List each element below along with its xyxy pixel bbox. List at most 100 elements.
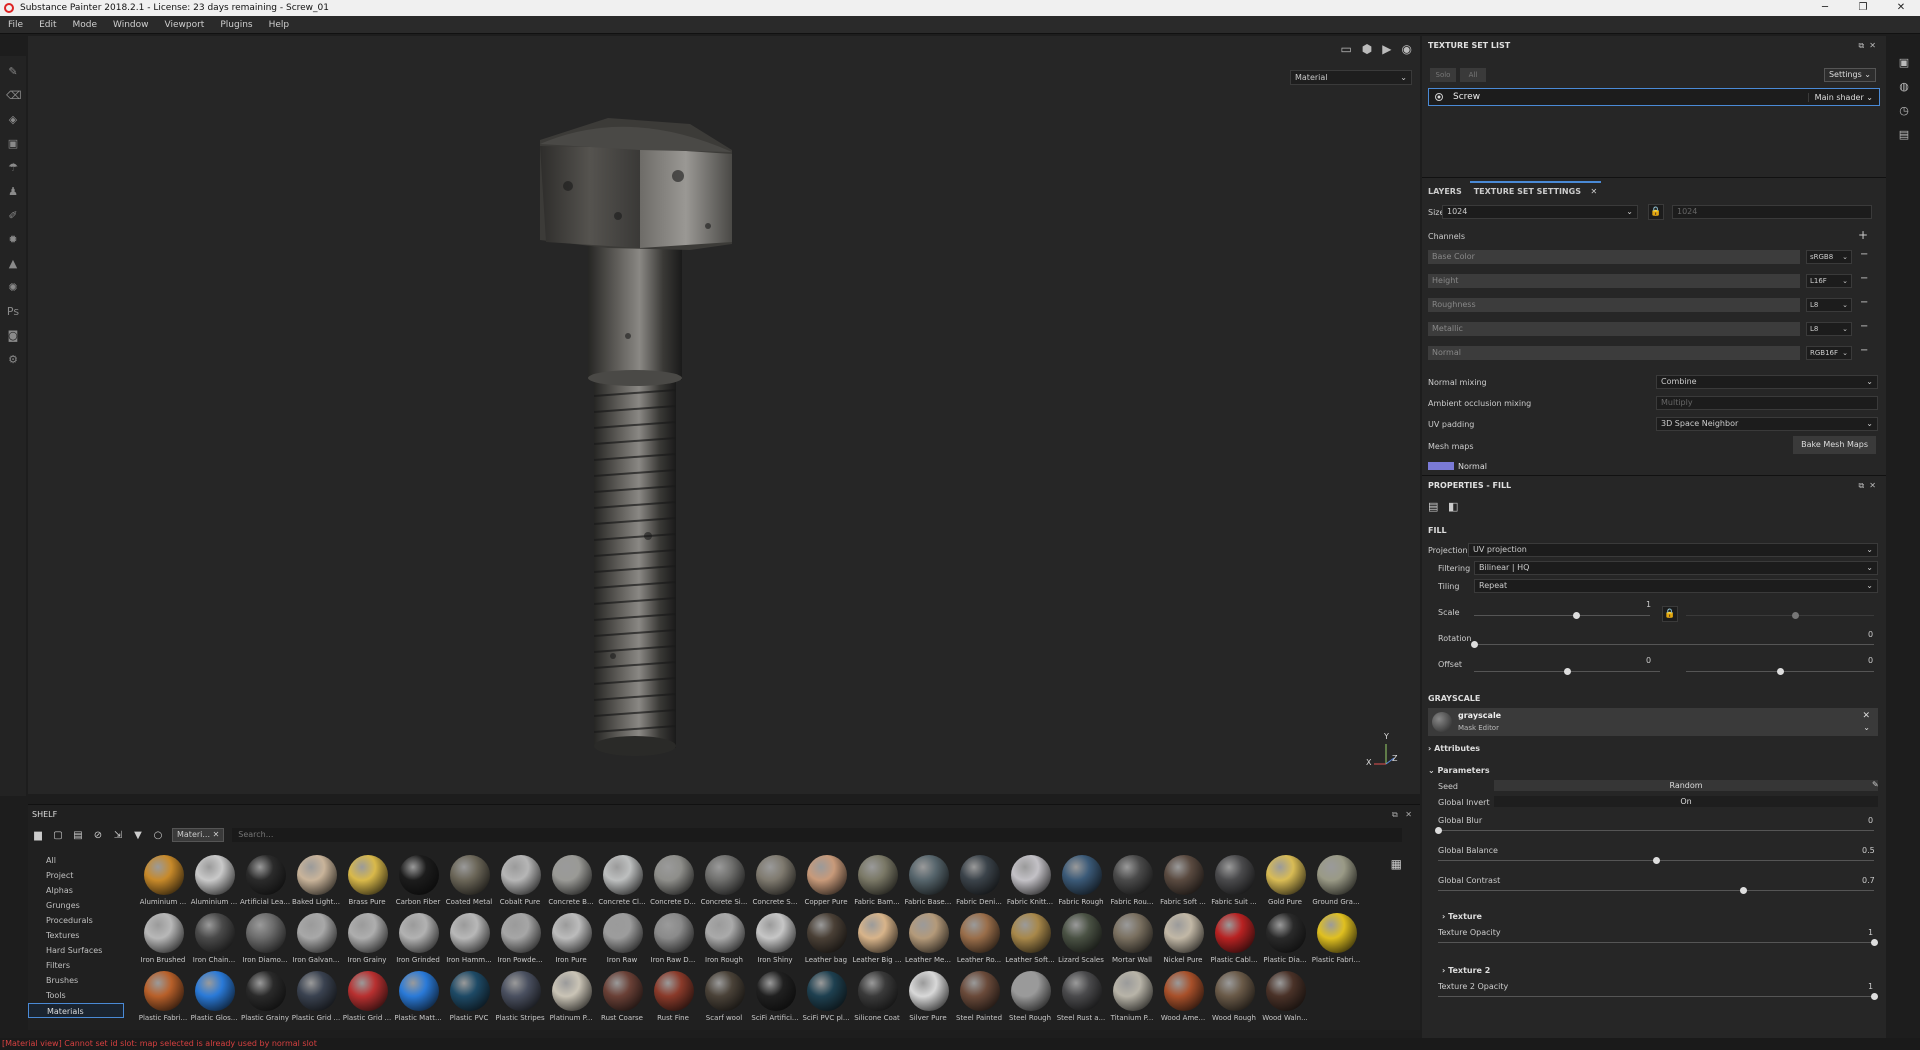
material-item[interactable]: Iron Shiny: [750, 913, 801, 971]
material-item[interactable]: Fabric Suit ...: [1209, 855, 1260, 913]
settings-dropdown[interactable]: Settings ⌄: [1823, 68, 1876, 82]
material-item[interactable]: Rust Fine: [648, 971, 699, 1029]
material-item[interactable]: Copper Pure: [801, 855, 852, 913]
filter-icon[interactable]: ▼: [132, 830, 144, 841]
material-item[interactable]: Leather Ro...: [954, 913, 1005, 971]
material-item[interactable]: Silicone Coat: [852, 971, 903, 1029]
material-item[interactable]: Silver Pure: [903, 971, 954, 1029]
channel-format-select[interactable]: L16F ⌄: [1806, 274, 1852, 288]
particle-icon[interactable]: ▲: [6, 257, 20, 271]
texture2-group[interactable]: › Texture 2: [1436, 966, 1490, 975]
material-item[interactable]: Iron Hamm...: [444, 913, 495, 971]
close-window-button[interactable]: ✕: [1882, 0, 1920, 16]
slider-handle[interactable]: [1435, 827, 1442, 834]
shelf-category-tools[interactable]: Tools: [28, 988, 124, 1003]
material-item[interactable]: Concrete B...: [546, 855, 597, 913]
close-tag-icon[interactable]: ✕: [213, 830, 220, 839]
hide-icon[interactable]: ⊘: [92, 830, 104, 841]
material-item[interactable]: Steel Rough: [1005, 971, 1056, 1029]
material-item[interactable]: Fabric Knitt...: [1005, 855, 1056, 913]
material-item[interactable]: Plastic Grid ...: [291, 971, 342, 1029]
material-item[interactable]: Iron Raw D...: [648, 913, 699, 971]
shelf-category-alphas[interactable]: Alphas: [28, 883, 124, 898]
material-item[interactable]: Artificial Lea...: [240, 855, 291, 913]
minimize-button[interactable]: ─: [1806, 0, 1844, 16]
shelf-category-materials[interactable]: Materials: [28, 1003, 124, 1018]
paint-brush-icon[interactable]: ✎: [6, 65, 20, 79]
material-item[interactable]: Iron Powde...: [495, 913, 546, 971]
geometry-decal-icon[interactable]: ✺: [6, 281, 20, 295]
material-item[interactable]: Plastic Grid ...: [342, 971, 393, 1029]
scale-u-slider[interactable]: [1474, 612, 1650, 619]
shelf-category-grunges[interactable]: Grunges: [28, 898, 124, 913]
material-item[interactable]: Plastic Glos...: [189, 971, 240, 1029]
history-icon[interactable]: ◷: [1888, 104, 1920, 128]
channel-format-select[interactable]: L8 ⌄: [1806, 298, 1852, 312]
material-item[interactable]: Iron Grinded: [393, 913, 444, 971]
material-item[interactable]: Lizard Scales: [1056, 913, 1107, 971]
slider-handle[interactable]: [1871, 939, 1878, 946]
material-item[interactable]: Aluminium ...: [138, 855, 189, 913]
menu-file[interactable]: File: [0, 20, 31, 30]
display-settings-icon[interactable]: ▣: [1888, 56, 1920, 80]
chevron-down-icon[interactable]: ⌄: [1863, 723, 1870, 732]
material-item[interactable]: Plastic Grainy: [240, 971, 291, 1029]
clone-stamp-icon[interactable]: ♟: [6, 185, 20, 199]
material-picker-icon[interactable]: ✹: [6, 233, 20, 247]
channel-format-select[interactable]: L8 ⌄: [1806, 322, 1852, 336]
tiling-select[interactable]: Repeat ⌄: [1474, 579, 1878, 593]
remove-channel-icon[interactable]: −: [1860, 297, 1868, 308]
material-item[interactable]: Plastic Fabri...: [1311, 913, 1362, 971]
shelf-search-input[interactable]: [232, 828, 1403, 842]
global-blur-slider[interactable]: [1435, 827, 1874, 834]
bake-icon[interactable]: ◙: [6, 329, 20, 343]
folder-icon[interactable]: ▆: [32, 830, 44, 841]
parameters-group[interactable]: ⌄ Parameters: [1422, 766, 1490, 775]
shelf-category-all[interactable]: All: [28, 853, 124, 868]
menu-viewport[interactable]: Viewport: [157, 20, 213, 30]
material-item[interactable]: Wood Ame...: [1158, 971, 1209, 1029]
tab-texture-set-settings[interactable]: TEXTURE SET SETTINGS ✕: [1469, 181, 1602, 200]
material-item[interactable]: Iron Galvan...: [291, 913, 342, 971]
material-item[interactable]: Plastic PVC: [444, 971, 495, 1029]
material-item[interactable]: Plastic Dia...: [1260, 913, 1311, 971]
material-item[interactable]: Iron Raw: [597, 913, 648, 971]
texture-set-row[interactable]: Screw Main shader ⌄: [1428, 88, 1880, 106]
color-picker-icon[interactable]: ✐: [6, 209, 20, 223]
material-item[interactable]: Plastic Cabl...: [1209, 913, 1260, 971]
fill-properties-icon[interactable]: ▤: [1428, 500, 1438, 513]
shelf-category-filters[interactable]: Filters: [28, 958, 124, 973]
shelf-category-procedurals[interactable]: Procedurals: [28, 913, 124, 928]
grid-view-icon[interactable]: ▦: [1391, 857, 1402, 871]
rotation-slider[interactable]: [1471, 641, 1874, 648]
slider-handle[interactable]: [1564, 668, 1571, 675]
float-panel-icon[interactable]: ⧉: [1858, 41, 1864, 50]
material-item[interactable]: Aluminium ...: [189, 855, 240, 913]
uv-padding-select[interactable]: 3D Space Neighbor ⌄: [1656, 417, 1878, 431]
remove-resource-icon[interactable]: ✕: [1862, 711, 1870, 721]
material-item[interactable]: Leather bag: [801, 913, 852, 971]
channel-format-select[interactable]: sRGB8 ⌄: [1806, 250, 1852, 264]
material-item[interactable]: Scarf wool: [699, 971, 750, 1029]
texture-opacity-slider[interactable]: [1438, 939, 1878, 946]
grayscale-resource-row[interactable]: grayscale Mask Editor ✕ ⌄: [1428, 708, 1878, 736]
visibility-radio[interactable]: [1435, 93, 1443, 101]
material-item[interactable]: Baked Light...: [291, 855, 342, 913]
slider-handle[interactable]: [1573, 612, 1581, 619]
slider-handle[interactable]: [1740, 887, 1748, 894]
material-item[interactable]: Fabric Rough: [1056, 855, 1107, 913]
eraser-icon[interactable]: ⌫: [6, 89, 22, 103]
material-item[interactable]: Leather Soft...: [1005, 913, 1056, 971]
projection-select[interactable]: UV projection ⌄: [1468, 543, 1878, 557]
log-icon[interactable]: ▤: [1888, 128, 1920, 152]
size-select[interactable]: 1024 ⌄: [1442, 205, 1638, 219]
channel-format-select[interactable]: RGB16F ⌄: [1806, 346, 1852, 360]
bake-mesh-maps-button[interactable]: Bake Mesh Maps: [1793, 436, 1876, 454]
slider-handle[interactable]: [1792, 612, 1800, 619]
material-item[interactable]: Concrete Si...: [699, 855, 750, 913]
projection-icon[interactable]: ◈: [6, 113, 20, 127]
material-item[interactable]: Titanium P...: [1107, 971, 1158, 1029]
material-item[interactable]: Carbon Fiber: [393, 855, 444, 913]
material-item[interactable]: Iron Brushed: [138, 913, 189, 971]
seed-random-button[interactable]: Random: [1494, 780, 1878, 791]
